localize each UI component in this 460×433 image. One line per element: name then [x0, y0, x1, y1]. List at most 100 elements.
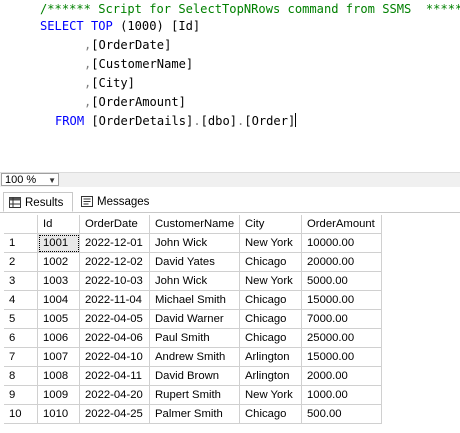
- grid-cell[interactable]: David Brown: [149, 366, 240, 386]
- select-keyword: SELECT: [40, 19, 84, 33]
- grid-cell[interactable]: Palmer Smith: [149, 404, 240, 424]
- column-header[interactable]: Id: [37, 215, 80, 234]
- grid-cell[interactable]: 15000.00: [301, 290, 382, 310]
- grid-cell[interactable]: New York: [239, 271, 302, 291]
- table-row[interactable]: 4 1004 2022-11-04 Michael Smith Chicago 15000…: [4, 290, 382, 310]
- grid-cell[interactable]: 1001: [37, 233, 80, 253]
- grid-cell[interactable]: 1008: [37, 366, 80, 386]
- table-row[interactable]: 8 1008 2022-04-11 David Brown Arlington 2000.…: [4, 366, 382, 386]
- table-row[interactable]: 9 1009 2022-04-20 Rupert Smith New York 1000.…: [4, 385, 382, 405]
- grid-cell[interactable]: John Wick: [149, 233, 240, 253]
- grid-cell[interactable]: Rupert Smith: [149, 385, 240, 405]
- table-database: [OrderDetails]: [91, 114, 194, 128]
- row-number[interactable]: 6: [4, 328, 38, 348]
- grid-cell[interactable]: 1009: [37, 385, 80, 405]
- chevron-down-icon[interactable]: ▼: [48, 174, 56, 187]
- grid-cell[interactable]: 15000.00: [301, 347, 382, 367]
- grid-cell[interactable]: 2022-04-05: [79, 309, 150, 329]
- grid-cell[interactable]: 10000.00: [301, 233, 382, 253]
- row-number[interactable]: 10: [4, 404, 38, 424]
- column-header[interactable]: CustomerName: [149, 215, 240, 234]
- table-schema: [dbo]: [200, 114, 238, 128]
- grid-cell[interactable]: 1000.00: [301, 385, 382, 405]
- grid-cell[interactable]: Chicago: [239, 309, 302, 329]
- grid-cell[interactable]: 2022-12-01: [79, 233, 150, 253]
- grid-cell[interactable]: 2022-10-03: [79, 271, 150, 291]
- zoom-value: 100 %: [5, 174, 37, 186]
- grid-cell[interactable]: David Warner: [149, 309, 240, 329]
- grid-cell[interactable]: 2022-04-10: [79, 347, 150, 367]
- grid-cell[interactable]: 20000.00: [301, 252, 382, 272]
- grid-corner[interactable]: [4, 215, 38, 234]
- grid-cell[interactable]: John Wick: [149, 271, 240, 291]
- code-line-column: ,[OrderDate]: [84, 36, 171, 55]
- row-number[interactable]: 9: [4, 385, 38, 405]
- grid-cell[interactable]: New York: [239, 233, 302, 253]
- row-number[interactable]: 7: [4, 347, 38, 367]
- grid-cell[interactable]: 1002: [37, 252, 80, 272]
- column-name: [City]: [91, 76, 135, 90]
- grid-cell[interactable]: 1003: [37, 271, 80, 291]
- grid-cell[interactable]: 25000.00: [301, 328, 382, 348]
- grid-cell[interactable]: 1007: [37, 347, 80, 367]
- grid-cell[interactable]: Paul Smith: [149, 328, 240, 348]
- grid-cell[interactable]: 5000.00: [301, 271, 382, 291]
- sql-editor[interactable]: /****** Script for SelectTopNRows comman…: [0, 0, 460, 172]
- results-grid[interactable]: Id OrderDate CustomerName City OrderAmou…: [4, 215, 382, 424]
- grid-cell[interactable]: Arlington: [239, 366, 302, 386]
- grid-cell[interactable]: 1010: [37, 404, 80, 424]
- column-header[interactable]: OrderAmount: [301, 215, 382, 234]
- table-row[interactable]: 10 1010 2022-04-25 Palmer Smith Chicago 500.0…: [4, 404, 382, 424]
- table-row[interactable]: 6 1006 2022-04-06 Paul Smith Chicago 25000.00: [4, 328, 382, 348]
- row-number[interactable]: 3: [4, 271, 38, 291]
- table-row[interactable]: 2 1002 2022-12-02 David Yates Chicago 20000.0…: [4, 252, 382, 272]
- row-number[interactable]: 4: [4, 290, 38, 310]
- top-value: (1000): [120, 19, 164, 33]
- tab-results[interactable]: Results: [3, 192, 73, 212]
- text-caret: [295, 113, 297, 127]
- grid-cell[interactable]: 2000.00: [301, 366, 382, 386]
- grid-cell[interactable]: Chicago: [239, 252, 302, 272]
- row-number[interactable]: 5: [4, 309, 38, 329]
- column-header[interactable]: City: [239, 215, 302, 234]
- editor-horizontal-scrollbar[interactable]: [0, 172, 460, 187]
- grid-cell[interactable]: 2022-12-02: [79, 252, 150, 272]
- top-keyword: TOP: [90, 19, 113, 33]
- grid-cell[interactable]: Chicago: [239, 328, 302, 348]
- grid-cell[interactable]: Arlington: [239, 347, 302, 367]
- sql-comment: /****** Script for SelectTopNRows comman…: [40, 2, 460, 16]
- tab-results-label: Results: [25, 197, 64, 209]
- grid-cell[interactable]: 500.00: [301, 404, 382, 424]
- table-row[interactable]: 1 1001 2022-12-01 John Wick New York 10000.00: [4, 233, 382, 253]
- grid-cell[interactable]: Andrew Smith: [149, 347, 240, 367]
- tab-messages-label: Messages: [97, 196, 150, 208]
- grid-cell[interactable]: Chicago: [239, 290, 302, 310]
- grid-cell[interactable]: New York: [239, 385, 302, 405]
- row-number[interactable]: 1: [4, 233, 38, 253]
- row-number[interactable]: 2: [4, 252, 38, 272]
- grid-cell[interactable]: 1004: [37, 290, 80, 310]
- tab-messages[interactable]: Messages: [76, 192, 156, 212]
- grid-cell[interactable]: 2022-04-25: [79, 404, 150, 424]
- column-header[interactable]: OrderDate: [79, 215, 150, 234]
- table-row[interactable]: 5 1005 2022-04-05 David Warner Chicago 7000.0…: [4, 309, 382, 329]
- grid-cell[interactable]: David Yates: [149, 252, 240, 272]
- code-line-select: SELECT TOP (1000) [Id]: [40, 17, 200, 36]
- zoom-dropdown[interactable]: 100 % ▼: [1, 173, 59, 186]
- grid-cell[interactable]: 2022-11-04: [79, 290, 150, 310]
- row-number[interactable]: 8: [4, 366, 38, 386]
- table-row[interactable]: 7 1007 2022-04-10 Andrew Smith Arlington 1500…: [4, 347, 382, 367]
- grid-header-row: Id OrderDate CustomerName City OrderAmou…: [4, 215, 382, 234]
- grid-cell[interactable]: 1006: [37, 328, 80, 348]
- grid-cell[interactable]: 7000.00: [301, 309, 382, 329]
- grid-cell[interactable]: 2022-04-11: [79, 366, 150, 386]
- grid-cell[interactable]: Michael Smith: [149, 290, 240, 310]
- grid-cell[interactable]: Chicago: [239, 404, 302, 424]
- code-line-column: ,[City]: [84, 74, 135, 93]
- grid-cell[interactable]: 2022-04-20: [79, 385, 150, 405]
- from-keyword: FROM: [55, 114, 85, 128]
- grid-cell[interactable]: 2022-04-06: [79, 328, 150, 348]
- table-row[interactable]: 3 1003 2022-10-03 John Wick New York 5000.00: [4, 271, 382, 291]
- table-name: [Order]: [244, 114, 296, 128]
- grid-cell[interactable]: 1005: [37, 309, 80, 329]
